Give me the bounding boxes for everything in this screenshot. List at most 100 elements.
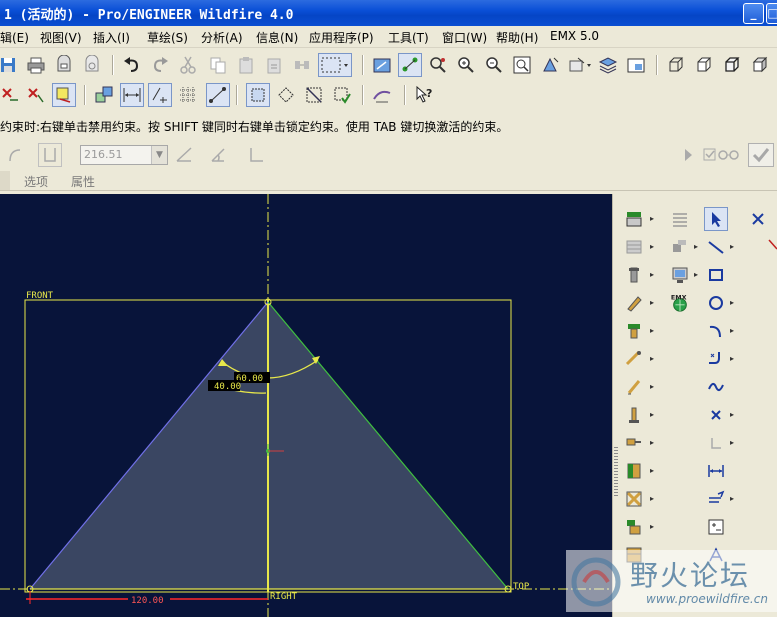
flyout-arrow-icon[interactable]: ▸: [694, 270, 698, 279]
copy-button[interactable]: [206, 53, 230, 77]
paste-button[interactable]: [234, 53, 258, 77]
flyout-arrow-icon[interactable]: ▸: [730, 326, 734, 335]
flyout-arrow-icon[interactable]: ▸: [730, 242, 734, 251]
refit-button[interactable]: [510, 53, 534, 77]
sketch-canvas[interactable]: 60.00 40.00 120.00 FRONT TOP RIGHT: [0, 194, 612, 617]
sketch-orientation-button[interactable]: [370, 53, 394, 77]
delete-constraints-button[interactable]: [0, 83, 22, 107]
dimension-value-input[interactable]: 216.51 ▼: [80, 145, 168, 165]
circle-tool[interactable]: [704, 291, 728, 315]
flyout-arrow-icon[interactable]: ▸: [650, 466, 654, 475]
minimize-button[interactable]: _: [743, 3, 764, 24]
accept-button[interactable]: [748, 143, 774, 167]
disp-vertices-button[interactable]: [206, 83, 230, 107]
pause-button[interactable]: [676, 143, 700, 167]
send-link-button[interactable]: [80, 53, 104, 77]
angle-tool-button[interactable]: [172, 143, 196, 167]
select-tool[interactable]: [704, 207, 728, 231]
sketch-setup-button[interactable]: [92, 83, 116, 107]
selection-box-button[interactable]: [318, 53, 352, 77]
flyout-arrow-icon[interactable]: ▸: [694, 242, 698, 251]
menu-sketch[interactable]: 草绘(S): [147, 29, 188, 46]
context-help-button[interactable]: ?: [412, 83, 436, 107]
datum-display-button[interactable]: [398, 53, 422, 77]
offset-tool[interactable]: [668, 207, 692, 231]
regenerate-button[interactable]: [290, 53, 314, 77]
draft-tool[interactable]: [622, 487, 646, 511]
constrain-tool[interactable]: [704, 515, 728, 539]
corner-tool-button[interactable]: [244, 143, 268, 167]
wireframe-button[interactable]: [664, 53, 688, 77]
flyout-arrow-icon[interactable]: ▸: [650, 354, 654, 363]
tab-placement[interactable]: [0, 171, 10, 190]
menu-analysis[interactable]: 分析(A): [201, 29, 243, 46]
flyout-arrow-icon[interactable]: ▸: [650, 438, 654, 447]
layers-button[interactable]: [596, 53, 620, 77]
paste-special-button[interactable]: [262, 53, 286, 77]
flyout-arrow-icon[interactable]: ▸: [730, 494, 734, 503]
menu-tools[interactable]: 工具(T): [388, 29, 429, 46]
revolve-tool[interactable]: [622, 347, 646, 371]
flyout-arrow-icon[interactable]: ▸: [650, 242, 654, 251]
angle-inner-dim[interactable]: 40.00: [214, 382, 241, 392]
pattern-tool[interactable]: [668, 235, 692, 259]
cut-button[interactable]: [176, 53, 200, 77]
rib-tool[interactable]: [622, 459, 646, 483]
flyout-arrow-icon[interactable]: ▸: [650, 410, 654, 419]
menu-view[interactable]: 视图(V): [40, 29, 82, 46]
sketcher-diagnostics-button[interactable]: [370, 83, 394, 107]
flyout-arrow-icon[interactable]: ▸: [730, 410, 734, 419]
constraint-options-button[interactable]: [24, 83, 48, 107]
menu-edit[interactable]: 辑(E): [0, 29, 29, 46]
reorient-button[interactable]: [538, 53, 562, 77]
flyout-arrow-icon[interactable]: ▸: [650, 522, 654, 531]
fillet-tool[interactable]: [704, 347, 728, 371]
flyout-arrow-icon[interactable]: ▸: [650, 214, 654, 223]
menu-insert[interactable]: 插入(I): [93, 29, 130, 46]
menu-help[interactable]: 帮助(H): [496, 29, 538, 46]
highlight-open-ends-button[interactable]: [274, 83, 298, 107]
menu-applications[interactable]: 应用程序(P): [309, 29, 374, 46]
arc-tool[interactable]: [704, 319, 728, 343]
close-sketch-button[interactable]: [746, 207, 770, 231]
datum-plane-tool[interactable]: [622, 207, 646, 231]
flyout-arrow-icon[interactable]: ▸: [650, 382, 654, 391]
sweep-tool[interactable]: [622, 375, 646, 399]
extrude-tool[interactable]: [622, 319, 646, 343]
flyout-arrow-icon[interactable]: ▸: [650, 298, 654, 307]
flyout-arrow-icon[interactable]: ▸: [650, 270, 654, 279]
rectangle-tool[interactable]: [704, 263, 728, 287]
view-manager-button[interactable]: [624, 53, 648, 77]
hole-tool[interactable]: [622, 403, 646, 427]
menu-window[interactable]: 窗口(W): [442, 29, 487, 46]
shade-closed-loops-button[interactable]: [246, 83, 270, 107]
point-tool[interactable]: [704, 403, 728, 427]
disp-dimensions-button[interactable]: [120, 83, 144, 107]
redo-button[interactable]: [148, 53, 172, 77]
hidden-line-button[interactable]: [692, 53, 716, 77]
splitter-grip[interactable]: [614, 447, 618, 497]
zoom-fit-button[interactable]: [426, 53, 450, 77]
round-tool[interactable]: [622, 515, 646, 539]
send-mail-button[interactable]: [52, 53, 76, 77]
angle-dim-button[interactable]: [206, 143, 230, 167]
disp-constraints-button[interactable]: [148, 83, 172, 107]
modify-tool[interactable]: [704, 487, 728, 511]
shell-tool[interactable]: [622, 431, 646, 455]
line-tool[interactable]: [704, 235, 728, 259]
emx-tool[interactable]: EMX: [668, 291, 692, 315]
flyout-arrow-icon[interactable]: ▸: [730, 438, 734, 447]
zoom-out-button[interactable]: [482, 53, 506, 77]
zoom-in-button[interactable]: [454, 53, 478, 77]
flyout-arrow-icon[interactable]: ▸: [650, 326, 654, 335]
print-button[interactable]: [24, 53, 48, 77]
datum-point-tool[interactable]: [622, 263, 646, 287]
use-edge-tool[interactable]: [704, 431, 728, 455]
sketch-tool[interactable]: [622, 291, 646, 315]
preview-button[interactable]: [702, 143, 742, 167]
saved-views-button[interactable]: [566, 53, 596, 77]
flyout-arrow-icon[interactable]: ▸: [730, 354, 734, 363]
overlap-geometry-button[interactable]: [302, 83, 326, 107]
undo-button[interactable]: [120, 53, 144, 77]
trim-tool[interactable]: [766, 235, 777, 259]
